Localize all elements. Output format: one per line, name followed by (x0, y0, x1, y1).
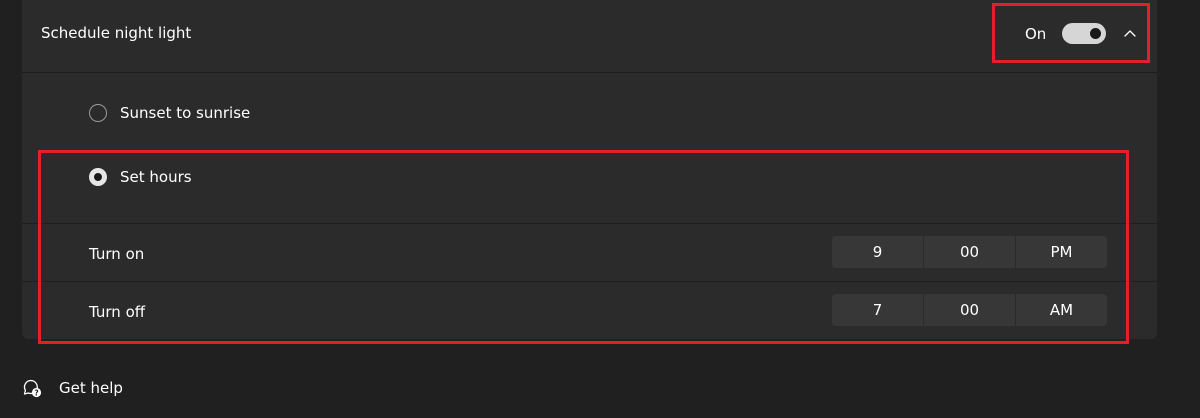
turn-on-time-picker[interactable]: 9 00 PM (832, 236, 1107, 268)
radio-option-set-hours[interactable]: Set hours (89, 164, 192, 190)
radio-button-selected[interactable] (89, 168, 107, 186)
schedule-night-light-label: Schedule night light (41, 24, 192, 42)
divider (22, 281, 1157, 282)
toggle-state-label: On (1025, 25, 1047, 43)
schedule-toggle[interactable] (1062, 23, 1106, 44)
radio-label: Sunset to sunrise (120, 104, 251, 122)
turn-on-hour[interactable]: 9 (832, 236, 923, 268)
chevron-up-icon[interactable] (1122, 25, 1138, 41)
turn-off-label: Turn off (89, 303, 146, 321)
divider (22, 223, 1157, 224)
turn-on-minute[interactable]: 00 (923, 236, 1015, 268)
turn-on-period[interactable]: PM (1015, 236, 1107, 268)
svg-text:?: ? (34, 388, 38, 397)
get-help-label: Get help (59, 379, 123, 397)
turn-off-period[interactable]: AM (1015, 294, 1107, 326)
get-help-link[interactable]: ? Get help (22, 378, 123, 398)
radio-label: Set hours (120, 168, 192, 186)
turn-off-time-picker[interactable]: 7 00 AM (832, 294, 1107, 326)
toggle-knob (1090, 28, 1101, 39)
radio-button-unselected[interactable] (89, 104, 107, 122)
night-light-settings-page: Schedule night light On Sunset to sunris… (0, 0, 1200, 418)
help-chat-icon: ? (23, 379, 42, 397)
turn-off-hour[interactable]: 7 (832, 294, 923, 326)
turn-on-label: Turn on (89, 245, 145, 263)
schedule-night-light-header[interactable]: Schedule night light On (22, 0, 1157, 73)
schedule-options-panel: Sunset to sunrise Set hours Turn on 9 00… (22, 73, 1157, 339)
turn-off-minute[interactable]: 00 (923, 294, 1015, 326)
radio-option-sunset-to-sunrise[interactable]: Sunset to sunrise (89, 100, 250, 126)
